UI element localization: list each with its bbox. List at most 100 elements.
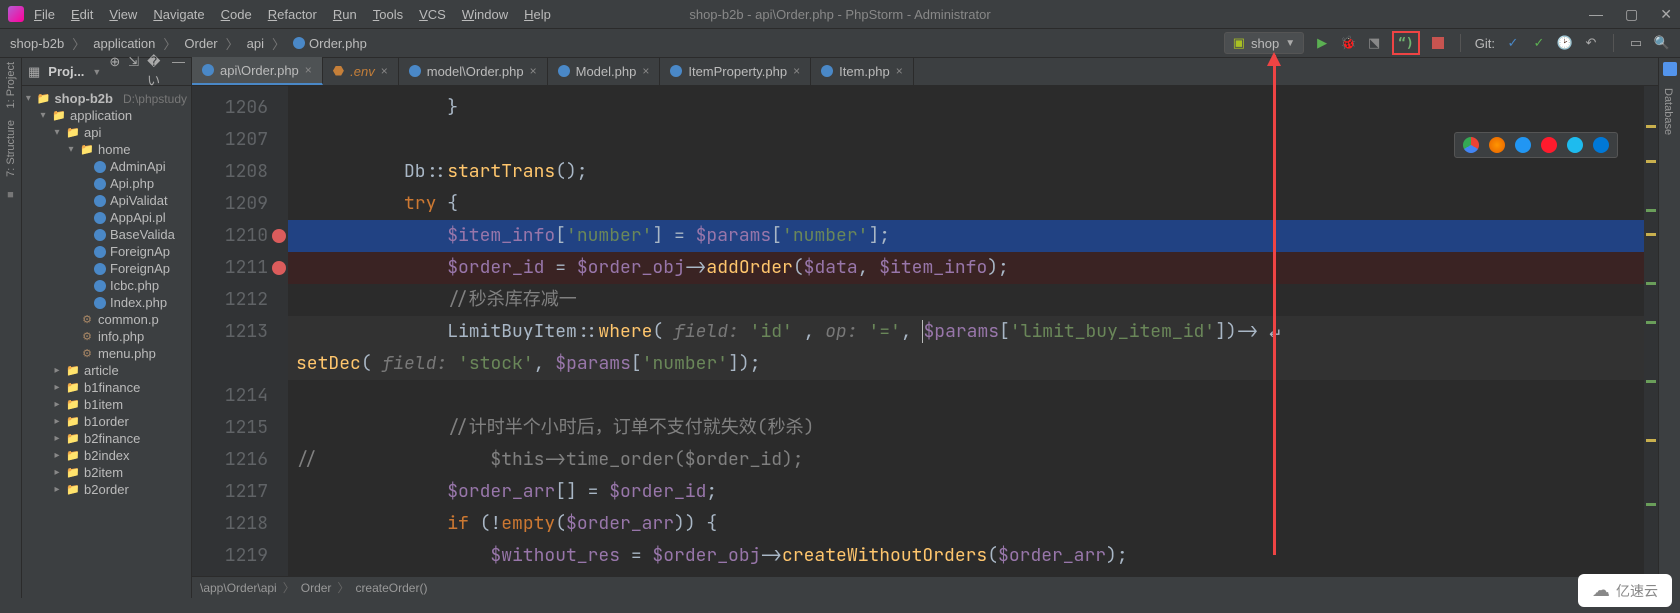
tool-project[interactable]: 1: Project — [5, 62, 17, 108]
tree-root[interactable]: ▾📁shop-b2bD:\phpstudy — [22, 90, 191, 107]
tree-b1item[interactable]: ▸📁 b1item — [22, 396, 191, 413]
search-icon[interactable]: 🔍 — [1654, 35, 1670, 51]
line-number[interactable]: 1213 — [192, 316, 288, 348]
listen-debug-icon[interactable]: “) — [1392, 31, 1420, 55]
code-line[interactable]: $order_id = $order_obj->addOrder($data, … — [288, 252, 1658, 284]
tab-model-php[interactable]: Model.php× — [548, 57, 661, 85]
tab-item-php[interactable]: Item.php× — [811, 57, 914, 85]
tree-foreignap[interactable]: ForeignAp — [22, 243, 191, 260]
git-revert-icon[interactable]: ↶ — [1583, 35, 1599, 51]
tree-api.php[interactable]: Api.php — [22, 175, 191, 192]
close-icon[interactable]: × — [305, 63, 312, 77]
code-area[interactable]: } Db::startTrans(); try { $item_info['nu… — [288, 86, 1658, 576]
tree-basevalida[interactable]: BaseValida — [22, 226, 191, 243]
tree-b2finance[interactable]: ▸📁 b2finance — [22, 430, 191, 447]
coverage-icon[interactable]: ⬔ — [1366, 35, 1382, 51]
code-line[interactable]: // $this->time_order($order_id); — [288, 444, 1658, 476]
tree-adminapi[interactable]: AdminApi — [22, 158, 191, 175]
minimap[interactable] — [1644, 86, 1658, 576]
chrome-icon[interactable] — [1463, 137, 1479, 153]
close-icon[interactable]: × — [530, 64, 537, 78]
tree-icbc.php[interactable]: Icbc.php — [22, 277, 191, 294]
expand-icon[interactable]: ⇲ — [128, 54, 139, 89]
bcrumb-0[interactable]: \app\Order\api — [200, 581, 277, 595]
code-line[interactable]: $without_res = $order_obj->createWithout… — [288, 540, 1658, 572]
close-icon[interactable]: × — [381, 64, 388, 78]
line-number[interactable]: 1209 — [192, 188, 288, 220]
code-line[interactable]: try { — [288, 188, 1658, 220]
tree-appapi.pl[interactable]: AppApi.pl — [22, 209, 191, 226]
target-icon[interactable]: ⊕ — [109, 54, 120, 89]
close-icon[interactable]: × — [896, 64, 903, 78]
minimize-icon[interactable]: — — [1589, 6, 1603, 23]
code-line[interactable]: } — [288, 92, 1658, 124]
git-update-icon[interactable]: ✓ — [1505, 35, 1521, 51]
code-line[interactable] — [288, 124, 1658, 156]
menu-view[interactable]: View — [109, 7, 137, 22]
menu-code[interactable]: Code — [221, 7, 252, 22]
crumb-api[interactable]: api — [247, 36, 264, 51]
tree-article[interactable]: ▸📁 article — [22, 362, 191, 379]
tree-menu.php[interactable]: ⚙ menu.php — [22, 345, 191, 362]
code-line[interactable]: Db::startTrans(); — [288, 156, 1658, 188]
run-icon[interactable]: ▶ — [1314, 35, 1330, 51]
crumb-shop-b2b[interactable]: shop-b2b — [10, 36, 64, 51]
tab-itemproperty-php[interactable]: ItemProperty.php× — [660, 57, 811, 85]
maximize-icon[interactable]: ▢ — [1625, 6, 1638, 23]
edge-icon[interactable] — [1593, 137, 1609, 153]
hide-icon[interactable]: — — [172, 54, 185, 89]
code-line[interactable]: LimitBuyItem::where( field: 'id' , op: '… — [288, 316, 1658, 348]
tree-home[interactable]: ▾📁 home — [22, 141, 191, 158]
database-icon[interactable] — [1663, 62, 1677, 76]
line-number[interactable]: 1219 — [192, 540, 288, 572]
tree-apivalidat[interactable]: ApiValidat — [22, 192, 191, 209]
crumb-application[interactable]: application — [93, 36, 155, 51]
project-tree[interactable]: ▾📁shop-b2bD:\phpstudy▾📁 application▾📁 ap… — [22, 86, 191, 598]
menu-edit[interactable]: Edit — [71, 7, 93, 22]
run-config-selector[interactable]: ▣ shop ▼ — [1224, 32, 1304, 54]
tab-model-order-php[interactable]: model\Order.php× — [399, 57, 548, 85]
close-icon[interactable]: × — [642, 64, 649, 78]
gear-icon[interactable]: �い — [147, 54, 164, 89]
code-line[interactable] — [288, 380, 1658, 412]
menu-window[interactable]: Window — [462, 7, 508, 22]
tree-b2index[interactable]: ▸📁 b2index — [22, 447, 191, 464]
code-line[interactable]: $item_info['number'] = $params['number']… — [288, 220, 1658, 252]
opera-icon[interactable] — [1541, 137, 1557, 153]
line-number[interactable]: 1207 — [192, 124, 288, 156]
stop-icon[interactable] — [1430, 35, 1446, 51]
line-number[interactable]: 1218 — [192, 508, 288, 540]
gutter[interactable]: 12061207120812091210121112121213 1214121… — [192, 86, 288, 576]
line-number[interactable]: 1217 — [192, 476, 288, 508]
crumb-order.php[interactable]: Order.php — [293, 36, 367, 51]
tree-b2item[interactable]: ▸📁 b2item — [22, 464, 191, 481]
git-history-icon[interactable]: 🕑 — [1557, 35, 1573, 51]
menu-file[interactable]: File — [34, 7, 55, 22]
git-commit-icon[interactable]: ✓ — [1531, 35, 1547, 51]
bcrumb-1[interactable]: Order — [301, 581, 332, 595]
close-icon[interactable]: × — [793, 64, 800, 78]
menu-tools[interactable]: Tools — [373, 7, 403, 22]
tab-api-order-php[interactable]: api\Order.php× — [192, 57, 323, 85]
code-line[interactable]: if (!empty($order_arr)) { — [288, 508, 1658, 540]
line-number[interactable]: 1212 — [192, 284, 288, 316]
line-number[interactable]: 1208 — [192, 156, 288, 188]
crumb-order[interactable]: Order — [184, 36, 217, 51]
tree-foreignap[interactable]: ForeignAp — [22, 260, 191, 277]
bookmarks-icon[interactable]: ■ — [7, 189, 14, 201]
code-line[interactable]: $order_arr[] = $order_id; — [288, 476, 1658, 508]
debug-icon[interactable]: 🐞 — [1340, 35, 1356, 51]
tree-b1order[interactable]: ▸📁 b1order — [22, 413, 191, 430]
tool-database[interactable]: Database — [1662, 80, 1674, 135]
line-number[interactable]: 1214 — [192, 380, 288, 412]
close-icon[interactable]: ✕ — [1660, 6, 1672, 23]
tool-structure[interactable]: 7: Structure — [5, 120, 17, 177]
project-selector-icon[interactable]: ▦ — [28, 64, 40, 80]
firefox-icon[interactable] — [1489, 137, 1505, 153]
menu-refactor[interactable]: Refactor — [268, 7, 317, 22]
line-number[interactable] — [192, 348, 288, 380]
tree-api[interactable]: ▾📁 api — [22, 124, 191, 141]
tree-info.php[interactable]: ⚙ info.php — [22, 328, 191, 345]
chevron-down-icon[interactable]: ▼ — [92, 67, 101, 77]
line-number[interactable]: 1206 — [192, 92, 288, 124]
